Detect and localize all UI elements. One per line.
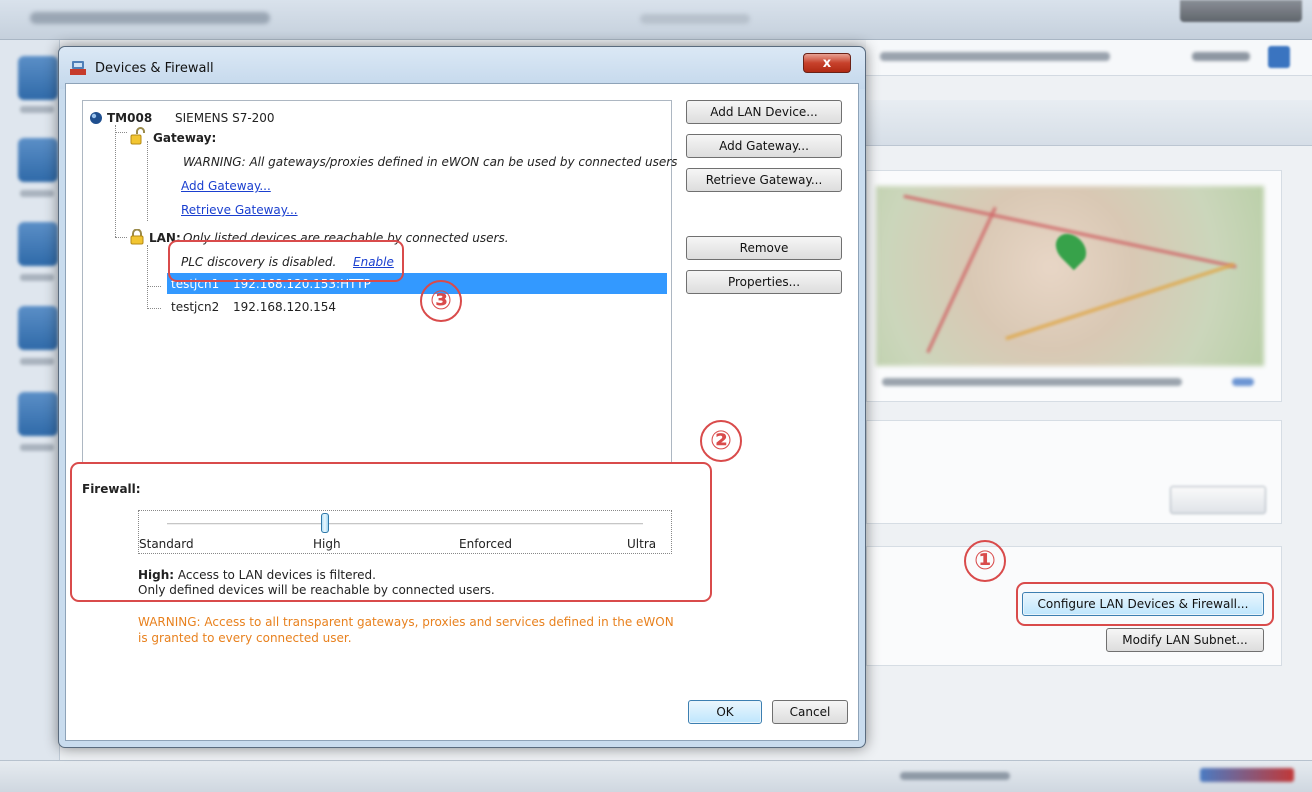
- background-user-info: [880, 52, 1110, 61]
- properties-button[interactable]: Properties...: [686, 270, 842, 294]
- retrieve-gateway-button[interactable]: Retrieve Gateway...: [686, 168, 842, 192]
- annotation-badge-2: ②: [700, 420, 742, 462]
- nav-pools-label: [20, 274, 54, 281]
- nav-users-icon[interactable]: [18, 138, 58, 182]
- add-lan-device-button[interactable]: Add LAN Device...: [686, 100, 842, 124]
- background-map-caption: [882, 378, 1182, 386]
- device-tree[interactable]: TM008 SIEMENS S7-200 Gateway: WARNING: A…: [82, 100, 677, 464]
- firewall-warning: WARNING: Access to all transparent gatew…: [138, 614, 674, 646]
- tree-connector: [147, 308, 161, 309]
- add-gateway-button[interactable]: Add Gateway...: [686, 134, 842, 158]
- nav-users-label: [20, 190, 54, 197]
- background-map-link[interactable]: [1232, 378, 1254, 386]
- background-statusbar: [0, 760, 1312, 792]
- retrieve-gateway-link[interactable]: Retrieve Gateway...: [181, 203, 298, 217]
- unlocked-padlock-icon: [130, 127, 145, 145]
- dialog-body: TM008 SIEMENS S7-200 Gateway: WARNING: A…: [65, 83, 859, 741]
- cancel-button[interactable]: Cancel: [772, 700, 848, 724]
- tree-connector: [147, 141, 148, 221]
- annotation-firewall-highlight: [70, 462, 712, 602]
- background-title-text: [30, 12, 270, 24]
- nav-ewon-icon[interactable]: [18, 56, 58, 100]
- close-icon[interactable]: x: [803, 53, 851, 73]
- remove-button[interactable]: Remove: [686, 236, 842, 260]
- background-status-text: [900, 772, 1010, 780]
- annotation-configure-button-highlight: [1016, 582, 1274, 626]
- gateway-warning: WARNING: All gateways/proxies defined in…: [183, 155, 678, 169]
- lan-device-2-name[interactable]: testjcn2: [171, 300, 219, 314]
- device-type: SIEMENS S7-200: [175, 111, 275, 125]
- nav-groups-icon[interactable]: [18, 306, 58, 350]
- nav-ewon-label: [20, 106, 54, 113]
- background-title-field: [640, 14, 750, 24]
- background-status-logo: [1200, 768, 1294, 782]
- nav-account-label: [20, 444, 54, 451]
- background-language-select[interactable]: [1192, 52, 1250, 61]
- tree-connector: [147, 286, 161, 287]
- modify-lan-subnet-button[interactable]: Modify LAN Subnet...: [1106, 628, 1264, 652]
- background-audit-button[interactable]: [1170, 486, 1266, 514]
- help-icon[interactable]: [1268, 46, 1290, 68]
- nav-pools-icon[interactable]: [18, 222, 58, 266]
- background-window-controls[interactable]: [1180, 0, 1302, 22]
- dialog-title: Devices & Firewall: [95, 61, 214, 76]
- nav-groups-label: [20, 358, 54, 365]
- tree-connector: [115, 237, 127, 238]
- locked-padlock-icon: [130, 229, 144, 245]
- firewall-warning-line2: is granted to every connected user.: [138, 631, 352, 645]
- ok-button[interactable]: OK: [688, 700, 762, 724]
- add-gateway-link[interactable]: Add Gateway...: [181, 179, 271, 193]
- lan-device-2-ip[interactable]: 192.168.120.154: [233, 300, 336, 314]
- devices-firewall-dialog: Devices & Firewall x TM008 SIEMENS S7-20…: [58, 46, 866, 748]
- tree-connector: [115, 125, 116, 237]
- annotation-badge-1: ①: [964, 540, 1006, 582]
- background-tabbar: [866, 100, 1312, 146]
- gateway-label: Gateway:: [153, 131, 217, 145]
- devices-firewall-icon: [70, 61, 86, 75]
- tree-connector: [147, 245, 148, 309]
- annotation-plc-discovery-highlight: [168, 240, 404, 282]
- firewall-warning-line1: WARNING: Access to all transparent gatew…: [138, 615, 674, 629]
- annotation-badge-3: ③: [420, 280, 462, 322]
- device-icon: [90, 112, 102, 124]
- nav-account-icon[interactable]: [18, 392, 58, 436]
- device-name[interactable]: TM008: [107, 111, 152, 125]
- tree-connector: [115, 132, 127, 133]
